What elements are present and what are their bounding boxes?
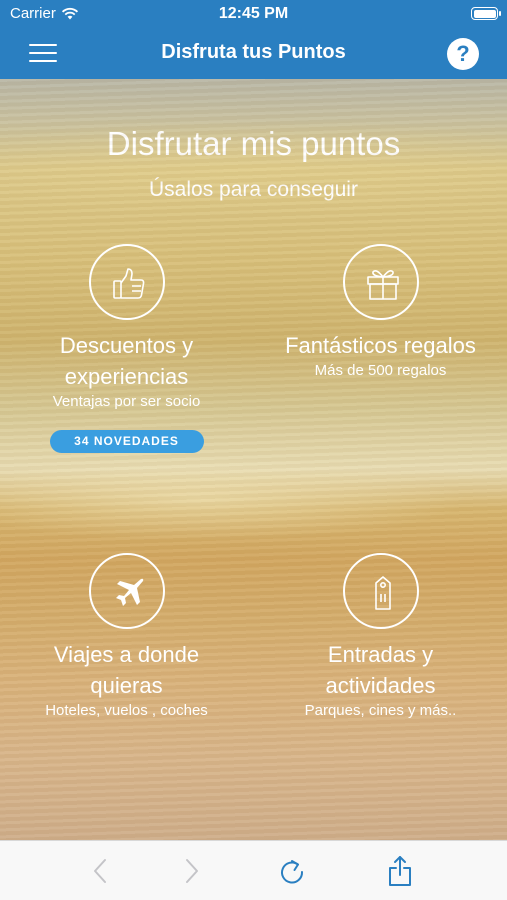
- hero-title: Disfrutar mis puntos: [106, 125, 401, 162]
- app-header: Carrier 12:45 PM Disfruta tus Puntos ?: [0, 0, 507, 79]
- navigation-bar: Disfruta tus Puntos ?: [0, 28, 507, 79]
- clock: 12:45 PM: [218, 5, 289, 22]
- tile-regalos[interactable]: Fantásticos regalos Más de 500 regalos: [254, 244, 507, 379]
- back-arrow-icon[interactable]: [86, 857, 114, 885]
- tile-title: Descuentos y experiencias: [59, 333, 194, 389]
- tile-description: Ventajas por ser socio: [52, 393, 201, 410]
- news-badge[interactable]: 34 NOVEDADES: [49, 430, 204, 453]
- tile-description: Hoteles, vuelos , coches: [45, 702, 208, 719]
- hero-subtitle: Úsalos para conseguir: [149, 178, 358, 201]
- help-icon[interactable]: ?: [447, 38, 479, 70]
- ticket-icon: [342, 553, 419, 629]
- tile-entradas[interactable]: Entradas y actividades Parques, cines y …: [254, 553, 507, 719]
- browser-toolbar: [0, 840, 507, 900]
- thumbs-up-icon: [88, 244, 165, 320]
- tile-description: Más de 500 regalos: [314, 362, 447, 379]
- status-bar: Carrier 12:45 PM: [0, 0, 507, 28]
- main-content: Disfrutar mis puntos Úsalos para consegu…: [0, 79, 507, 840]
- tile-viajes[interactable]: Viajes a donde quieras Hoteles, vuelos ,…: [0, 553, 253, 719]
- share-icon[interactable]: [386, 855, 414, 886]
- forward-arrow-icon[interactable]: [178, 857, 206, 885]
- tile-description: Parques, cines y más..: [304, 702, 457, 719]
- battery-icon: [471, 7, 501, 20]
- page-title: Disfruta tus Puntos: [161, 41, 346, 63]
- airplane-icon: [88, 553, 165, 629]
- tile-title: Entradas y actividades: [325, 642, 436, 698]
- gift-icon: [342, 244, 419, 320]
- tile-descuentos[interactable]: Descuentos y experiencias Ventajas por s…: [0, 244, 253, 453]
- tile-title: Fantásticos regalos: [285, 333, 476, 358]
- tile-title: Viajes a donde quieras: [53, 642, 200, 698]
- reload-icon[interactable]: [278, 857, 306, 885]
